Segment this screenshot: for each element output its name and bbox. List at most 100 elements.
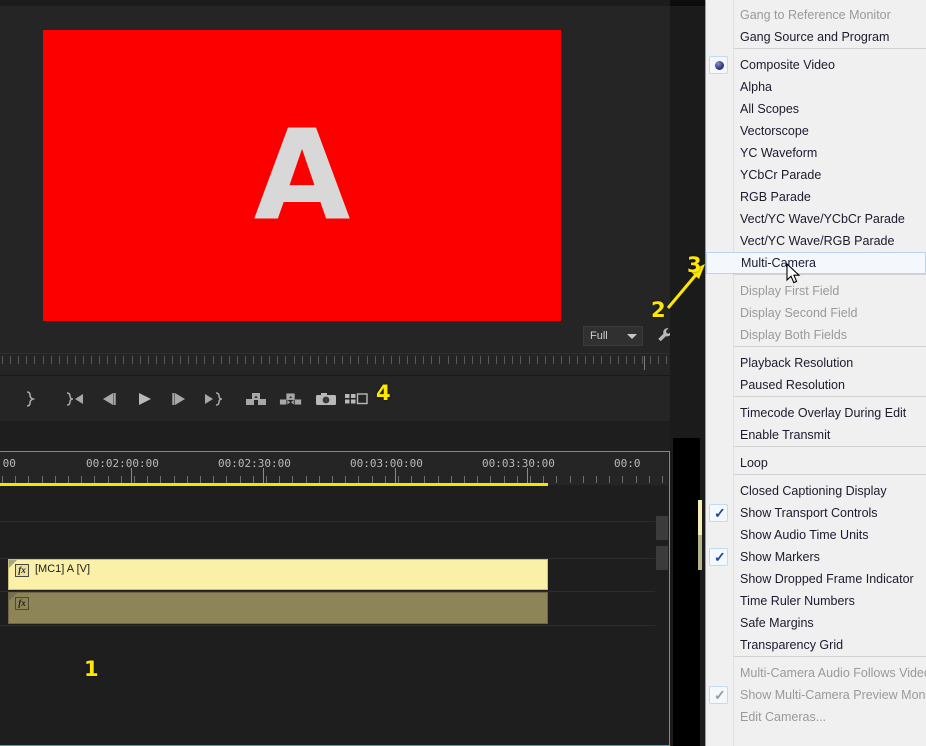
monitor-time-ruler[interactable] [0, 353, 705, 375]
menu-item-rgb-parade[interactable]: RGB Parade [706, 186, 926, 208]
lift-button[interactable] [244, 387, 268, 411]
go-to-in-point-button[interactable] [62, 387, 86, 411]
monitor-video-area[interactable]: A [0, 6, 705, 321]
ruler-tick [213, 476, 214, 483]
menu-item-yc-waveform[interactable]: YC Waveform [706, 142, 926, 164]
monitor-ruler-tick [43, 356, 44, 364]
menu-item-vect-yc-wave-ycbcr-parade[interactable]: Vect/YC Wave/YCbCr Parade [706, 208, 926, 230]
monitor-ruler-tick [464, 356, 465, 364]
step-back-button[interactable] [97, 387, 121, 411]
monitor-ruler-tick [601, 356, 602, 364]
monitor-ruler-tick [261, 356, 262, 364]
mark-in-out-button[interactable] [18, 387, 42, 411]
timeline-clip-video[interactable]: fx [MC1] A [V] [8, 559, 548, 590]
program-monitor-panel: A Full 00 00:02:00:00 00:02:30:00 00:03:… [0, 0, 705, 746]
ruler-tick [266, 476, 267, 483]
ruler-tick [279, 476, 280, 483]
menu-item-edit-cameras: Edit Cameras... [706, 706, 926, 728]
ruler-tick [2, 476, 3, 483]
menu-item-composite-video[interactable]: Composite Video [706, 54, 926, 76]
video-preview-frame[interactable]: A [43, 30, 561, 321]
menu-item-label: Transparency Grid [740, 638, 844, 652]
fx-badge-icon-audio[interactable]: fx [15, 597, 29, 610]
gutter-top-bar [670, 0, 705, 6]
menu-item-label: Paused Resolution [740, 378, 845, 392]
monitor-ruler-tick [634, 356, 635, 364]
menu-item-show-transport-controls[interactable]: Show Transport Controls [706, 502, 926, 524]
timeline-scroll-thumb-1[interactable] [656, 516, 668, 540]
monitor-ruler-tick [512, 356, 513, 364]
timeline-tracks-area[interactable]: fx [MC1] A [V] fx [0, 486, 668, 744]
ruler-tick [108, 476, 109, 483]
fx-badge-icon[interactable]: fx [15, 564, 29, 577]
ruler-tick-major [527, 468, 528, 483]
menu-item-show-markers[interactable]: Show Markers [706, 546, 926, 568]
menu-item-paused-resolution[interactable]: Paused Resolution [706, 374, 926, 396]
ruler-tick [543, 476, 544, 483]
playback-resolution-dropdown[interactable]: Full [583, 326, 643, 346]
timeline-scroll-thumb-2[interactable] [656, 546, 668, 570]
monitor-ruler-tick [115, 356, 116, 364]
menu-item-ycbcr-parade[interactable]: YCbCr Parade [706, 164, 926, 186]
timeline-vertical-scrollbar[interactable] [655, 486, 669, 744]
track-row-video[interactable]: fx [MC1] A [V] [0, 559, 668, 592]
monitor-ruler-tick [99, 356, 100, 364]
camera-icon[interactable] [314, 387, 338, 411]
menu-item-transparency-grid[interactable]: Transparency Grid [706, 634, 926, 656]
program-monitor-settings-menu[interactable]: Gang to Reference Monitor Gang Source and… [705, 0, 926, 746]
menu-item-safe-margins[interactable]: Safe Margins [706, 612, 926, 634]
menu-item-time-ruler-numbers[interactable]: Time Ruler Numbers [706, 590, 926, 612]
yellow-arrow-icon [666, 264, 705, 309]
ruler-tick [596, 476, 597, 483]
menu-item-multi-camera[interactable]: Multi-Camera [706, 252, 926, 274]
annotation-4: 4 [376, 381, 391, 405]
timeline-clip-audio[interactable]: fx [8, 592, 548, 624]
ruler-tick [292, 476, 293, 483]
button-editor-icon[interactable] [344, 387, 368, 411]
panel-right-gutter [670, 0, 705, 746]
track-row-empty-2[interactable] [0, 522, 668, 559]
ruler-label: 00:02:30:00 [218, 457, 291, 470]
ruler-tick [570, 476, 571, 483]
menu-item-timecode-overlay-during-edit[interactable]: Timecode Overlay During Edit [706, 402, 926, 424]
monitor-ruler-tick [188, 356, 189, 364]
ruler-tick [147, 476, 148, 483]
ruler-tick [306, 476, 307, 483]
track-row-empty-3[interactable] [0, 626, 668, 744]
monitor-ruler-tick [448, 356, 449, 364]
menu-item-label: Show Dropped Frame Indicator [740, 572, 914, 586]
menu-item-closed-captioning-display[interactable]: Closed Captioning Display [706, 480, 926, 502]
menu-item-show-audio-time-units[interactable]: Show Audio Time Units [706, 524, 926, 546]
timeline-time-ruler[interactable]: :00 00:02:00:00 00:02:30:00 00:03:00:00 00:0… [0, 452, 668, 485]
timeline-panel[interactable]: :00 00:02:00:00 00:02:30:00 00:03:00:00 00:0… [0, 421, 670, 746]
menu-item-vectorscope[interactable]: Vectorscope [706, 120, 926, 142]
ruler-tick [649, 476, 650, 483]
menu-item-enable-transmit[interactable]: Enable Transmit [706, 424, 926, 446]
monitor-ruler-tick [253, 356, 254, 364]
go-to-out-point-button[interactable] [202, 387, 226, 411]
monitor-ruler-tick [626, 356, 627, 364]
play-stop-button[interactable] [132, 387, 156, 411]
menu-item-show-dropped-frame-indicator[interactable]: Show Dropped Frame Indicator [706, 568, 926, 590]
ruler-tick [226, 476, 227, 483]
menu-item-list[interactable]: Gang to Reference Monitor Gang Source and… [706, 0, 926, 728]
monitor-ruler-tick [302, 356, 303, 364]
monitor-ruler-tick [107, 356, 108, 364]
menu-item-alpha[interactable]: Alpha [706, 76, 926, 98]
menu-item-label: YC Waveform [740, 146, 818, 160]
extract-button[interactable] [279, 387, 303, 411]
radio-selected-icon [709, 56, 728, 74]
menu-item-all-scopes[interactable]: All Scopes [706, 98, 926, 120]
menu-item-vect-yc-wave-rgb-parade[interactable]: Vect/YC Wave/RGB Parade [706, 230, 926, 252]
track-row-audio[interactable]: fx [0, 592, 668, 626]
track-row-empty-1[interactable] [0, 486, 668, 522]
menu-item-playback-resolution[interactable]: Playback Resolution [706, 352, 926, 374]
ruler-tick [477, 476, 478, 483]
step-forward-button[interactable] [167, 387, 191, 411]
menu-item-gang-source-and-program[interactable]: Gang Source and Program [706, 26, 926, 48]
menu-item-label: Alpha [740, 80, 772, 94]
monitor-ruler-tick [180, 356, 181, 364]
monitor-ruler-tick [407, 356, 408, 364]
menu-item-label: Vect/YC Wave/YCbCr Parade [740, 212, 905, 226]
menu-item-loop[interactable]: Loop [706, 452, 926, 474]
